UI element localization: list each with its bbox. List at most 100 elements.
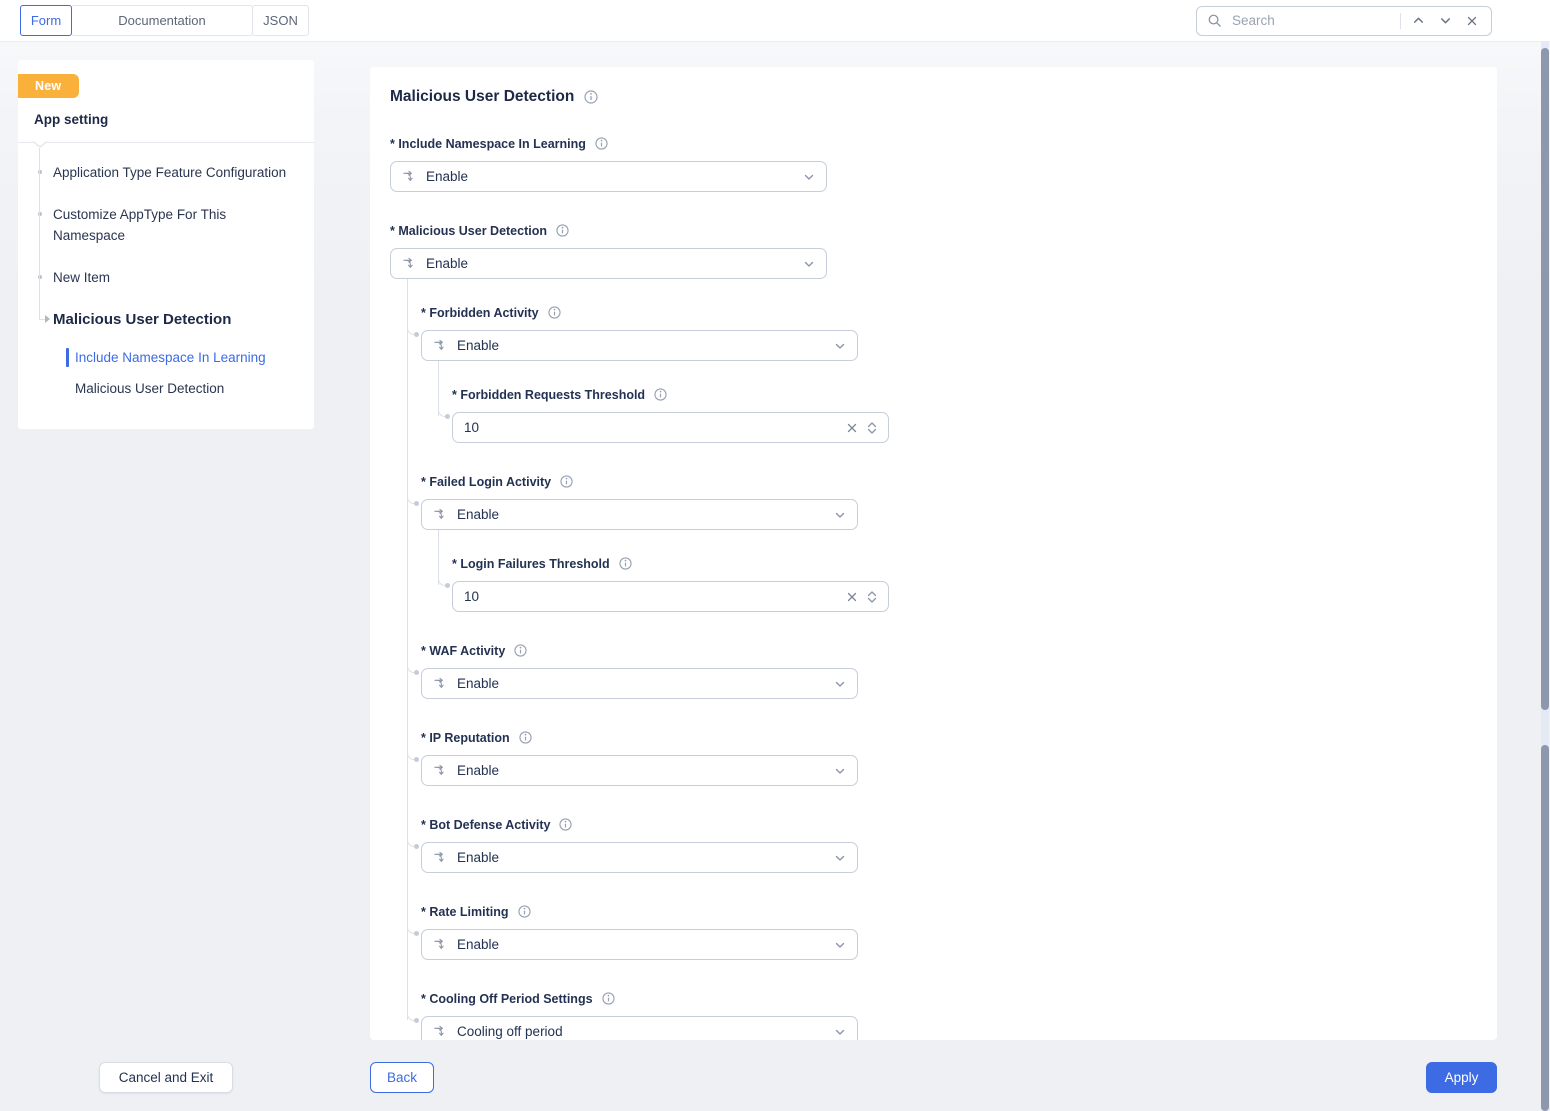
select-value: Cooling off period	[457, 1024, 563, 1039]
sidebar-subitem-malicious-user-detection[interactable]: Malicious User Detection	[75, 380, 298, 397]
field-label: * Malicious User Detection	[390, 223, 547, 238]
stepper-down-icon[interactable]	[867, 597, 877, 604]
number-stepper[interactable]	[867, 590, 877, 604]
login-failures-threshold-input[interactable]	[464, 589, 837, 604]
select-value: Enable	[457, 676, 500, 691]
search-divider	[1400, 12, 1401, 29]
field-bot-defense-activity: * Bot Defense Activity Enable	[407, 817, 1477, 873]
nested-fields: * Forbidden Activity Enable * Forbidden Re…	[407, 279, 1477, 1040]
info-icon[interactable]	[559, 818, 573, 831]
failed-login-activity-select[interactable]: Enable	[421, 499, 858, 530]
branch-icon	[433, 338, 448, 353]
rate-limiting-select[interactable]: Enable	[421, 929, 858, 960]
waf-activity-select[interactable]: Enable	[421, 668, 858, 699]
stepper-up-icon[interactable]	[867, 590, 877, 597]
sidebar-item-application-type-feature-configuration[interactable]: Application Type Feature Configuration	[18, 162, 314, 183]
info-icon[interactable]	[556, 224, 569, 237]
back-button[interactable]: Back	[370, 1062, 434, 1093]
field-malicious-user-detection: * Malicious User Detection Enable * Forbid…	[390, 223, 1477, 1040]
info-icon[interactable]	[560, 475, 573, 488]
include-namespace-in-learning-select[interactable]: Enable	[390, 161, 827, 192]
clear-icon[interactable]	[846, 591, 858, 603]
select-value: Enable	[457, 338, 500, 353]
info-icon[interactable]	[584, 90, 598, 104]
sidebar-item-new-item[interactable]: New Item	[18, 267, 314, 288]
scrollbar-thumb[interactable]	[1541, 48, 1549, 710]
info-icon[interactable]	[601, 992, 615, 1005]
sidebar-item-malicious-user-detection[interactable]: Malicious User Detection	[18, 309, 314, 330]
info-icon[interactable]	[514, 644, 527, 657]
select-value: Enable	[426, 169, 469, 184]
search-box[interactable]	[1196, 5, 1492, 36]
search-next-button[interactable]	[1436, 13, 1455, 28]
stepper-up-icon[interactable]	[867, 421, 877, 428]
form-panel: Malicious User Detection * Include Names…	[370, 67, 1497, 1040]
sidebar-item-customize-apptype-for-this-namespace[interactable]: Customize AppType For This Namespace	[18, 204, 314, 246]
info-icon[interactable]	[619, 557, 632, 570]
cooling-off-period-settings-select[interactable]: Cooling off period	[421, 1016, 858, 1040]
ip-reputation-select[interactable]: Enable	[421, 755, 858, 786]
branch-icon	[433, 850, 448, 865]
apply-button[interactable]: Apply	[1426, 1062, 1497, 1093]
chevron-down-icon	[834, 852, 846, 864]
field-include-namespace-in-learning: * Include Namespace In Learning Enable	[390, 136, 1477, 192]
scrollbar-track[interactable]	[1541, 42, 1549, 1111]
branch-icon	[433, 676, 448, 691]
sidebar-tree-line	[39, 148, 40, 319]
tab-json[interactable]: JSON	[252, 5, 309, 36]
field-label: * WAF Activity	[421, 643, 506, 658]
select-value: Enable	[457, 507, 500, 522]
branch-icon	[402, 256, 417, 271]
search-icon	[1207, 13, 1222, 28]
search-prev-button[interactable]	[1409, 13, 1428, 28]
chevron-down-icon	[834, 765, 846, 777]
login-failures-threshold-input-wrap	[452, 581, 889, 612]
chevron-down-icon	[834, 509, 846, 521]
scrollbar-thumb-lower[interactable]	[1541, 745, 1549, 1111]
info-icon[interactable]	[654, 388, 667, 401]
branch-icon	[433, 937, 448, 952]
field-label: * Failed Login Activity	[421, 474, 552, 489]
info-icon[interactable]	[595, 137, 608, 150]
branch-icon	[402, 169, 417, 184]
branch-icon	[433, 1024, 448, 1039]
tab-documentation[interactable]: Documentation	[71, 5, 253, 36]
chevron-down-icon	[834, 939, 846, 951]
field-forbidden-activity: * Forbidden Activity Enable * Forbidden Re…	[407, 305, 1477, 443]
sidebar-subitem-include-namespace-in-learning[interactable]: Include Namespace In Learning	[66, 348, 298, 367]
search-close-icon[interactable]	[1463, 14, 1481, 28]
field-label: * Forbidden Activity	[421, 305, 539, 320]
chevron-down-icon	[803, 258, 815, 270]
forbidden-requests-threshold-input[interactable]	[464, 420, 837, 435]
info-icon[interactable]	[517, 905, 531, 918]
tree-expander-icon[interactable]	[33, 141, 47, 148]
info-icon[interactable]	[519, 731, 532, 744]
field-label: * Login Failures Threshold	[452, 556, 610, 571]
chevron-down-icon	[834, 1026, 846, 1038]
sidebar-panel: New App setting Application Type Feature…	[18, 60, 314, 429]
nested-fields: * Forbidden Requests Threshold	[438, 361, 1477, 443]
top-bar: Form Documentation JSON	[0, 0, 1550, 42]
field-forbidden-requests-threshold: * Forbidden Requests Threshold	[438, 387, 1477, 443]
clear-icon[interactable]	[846, 422, 858, 434]
tab-form[interactable]: Form	[20, 5, 72, 36]
field-cooling-off-period-settings: * Cooling Off Period Settings Cooling off…	[407, 991, 1477, 1040]
forbidden-requests-threshold-input-wrap	[452, 412, 889, 443]
field-rate-limiting: * Rate Limiting Enable	[407, 904, 1477, 960]
number-stepper[interactable]	[867, 421, 877, 435]
nested-fields: * Login Failures Threshold	[438, 530, 1477, 612]
cancel-and-exit-button[interactable]: Cancel and Exit	[99, 1062, 233, 1093]
forbidden-activity-select[interactable]: Enable	[421, 330, 858, 361]
bot-defense-activity-select[interactable]: Enable	[421, 842, 858, 873]
field-label: * Bot Defense Activity	[421, 817, 551, 832]
form-title: Malicious User Detection	[390, 88, 575, 105]
field-label: * Cooling Off Period Settings	[421, 991, 593, 1006]
search-input[interactable]	[1230, 12, 1392, 29]
sidebar-divider	[18, 141, 314, 149]
stepper-down-icon[interactable]	[867, 428, 877, 435]
malicious-user-detection-select[interactable]: Enable	[390, 248, 827, 279]
field-failed-login-activity: * Failed Login Activity Enable * Login Fai…	[407, 474, 1477, 612]
select-value: Enable	[457, 937, 500, 952]
info-icon[interactable]	[547, 306, 561, 319]
field-login-failures-threshold: * Login Failures Threshold	[438, 556, 1477, 612]
